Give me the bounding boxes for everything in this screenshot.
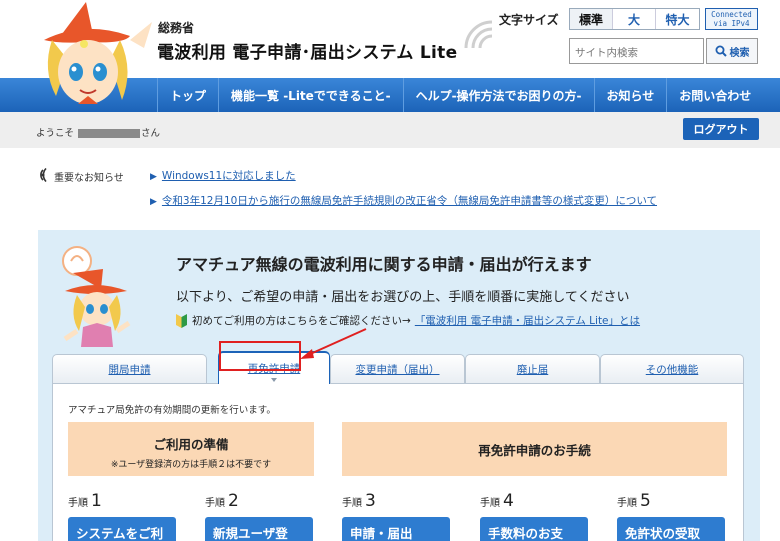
- step-2-label: 手順 2: [205, 491, 239, 511]
- welcome-suffix: さん: [141, 128, 161, 139]
- notice-text: Windows11に対応しました: [161, 170, 296, 182]
- tab-new-station[interactable]: 開局申請: [52, 354, 207, 383]
- notice-text: 令和3年12月10日から施行の無線局免許手続規則の改正省令（無線局免許申請書等の…: [161, 195, 658, 207]
- step-3-label: 手順 3: [342, 491, 376, 511]
- search-icon: [715, 45, 727, 57]
- step-1-button[interactable]: システムをご利: [68, 517, 176, 541]
- font-size-standard-button[interactable]: 標準: [570, 9, 613, 29]
- mascot-witch-logo: [44, 2, 152, 104]
- step-5-button[interactable]: 免許状の受取: [617, 517, 725, 541]
- ipv4-badge-line2: via IPv4: [713, 19, 750, 28]
- step-2-button[interactable]: 新規ユーザ登: [205, 517, 313, 541]
- step-3-button[interactable]: 申請・届出: [342, 517, 450, 541]
- site-search-input[interactable]: サイト内検索: [569, 38, 704, 64]
- step-5-label: 手順 5: [617, 491, 651, 511]
- procedure-section-header: 再免許申請のお手続: [342, 422, 727, 476]
- arrow-right-icon: ▶: [150, 197, 157, 207]
- annotation-highlight-box: [219, 341, 301, 371]
- tab-other-functions[interactable]: その他機能: [600, 354, 744, 383]
- about-system-link[interactable]: 「電波利用 電子申請・届出システム Lite」とは: [415, 313, 640, 328]
- relicense-description: アマチュア局免許の有効期間の更新を行います。: [68, 405, 276, 416]
- main-heading: アマチュア無線の電波利用に関する申請・届出が行えます: [176, 255, 592, 274]
- application-tabs: 開局申請 再免許申請 変更申請（届出） 廃止届 その他機能: [52, 351, 744, 384]
- first-time-guide: 初めてご利用の方はこちらをご確認ください→ 「電波利用 電子申請・届出システム …: [176, 313, 640, 328]
- main-subheading: 以下より、ご希望の申請・届出をお選びの上、手順を順番に実施してください: [176, 290, 630, 305]
- preparation-note: ※ユーザ登録済の方は手順２は不要です: [110, 460, 272, 470]
- logout-button[interactable]: ログアウト: [683, 118, 759, 140]
- font-size-selector: 標準 大 特大: [569, 8, 700, 30]
- font-size-large-button[interactable]: 大: [613, 9, 656, 29]
- tab-abolition[interactable]: 廃止届: [465, 354, 600, 383]
- nav-item-contact[interactable]: お問い合わせ: [666, 78, 763, 112]
- radio-wave-icon: [464, 20, 493, 49]
- caret-down-icon: [271, 378, 277, 382]
- announcement-wave-icon: [40, 168, 47, 182]
- arrow-right-icon: ▶: [150, 172, 157, 182]
- beginner-mark-icon: [176, 313, 187, 328]
- ipv4-connection-badge: Connected via IPv4: [705, 8, 758, 30]
- welcome-message: ようこそ さん: [36, 125, 160, 139]
- notice-link-windows11[interactable]: ▶ Windows11に対応しました: [150, 168, 296, 183]
- nav-item-top[interactable]: トップ: [157, 78, 218, 112]
- step-1-label: 手順 1: [68, 491, 102, 511]
- nav-item-help[interactable]: ヘルプ-操作方法でお困りの方-: [402, 78, 594, 112]
- important-notice-label: 重要なお知らせ: [54, 173, 124, 184]
- font-size-label: 文字サイズ: [499, 13, 559, 27]
- welcome-bar: ようこそ さん: [0, 112, 780, 148]
- search-button[interactable]: 検索: [706, 38, 758, 64]
- site-header: 総務省 電波利用 電子申請･届出システム Lite 文字サイズ 標準 大 特大 …: [0, 0, 780, 104]
- search-button-label: 検索: [729, 47, 750, 59]
- font-size-xlarge-button[interactable]: 特大: [656, 9, 699, 29]
- step-4-label: 手順 4: [480, 491, 514, 511]
- ipv4-badge-line1: Connected: [711, 10, 752, 19]
- redacted-username: [78, 129, 141, 138]
- nav-item-news[interactable]: お知らせ: [593, 78, 667, 112]
- ministry-label: 総務省: [158, 21, 195, 35]
- nav-item-features[interactable]: 機能一覧 -Liteでできること-: [218, 78, 403, 112]
- mascot-witch-illustration: [62, 246, 131, 347]
- annotation-arrow-icon: [300, 328, 367, 359]
- notice-link-regulation[interactable]: ▶ 令和3年12月10日から施行の無線局免許手続規則の改正省令（無線局免許申請書等…: [150, 193, 657, 208]
- preparation-section-header: ご利用の準備 ※ユーザ登録済の方は手順２は不要です: [68, 422, 314, 476]
- preparation-title: ご利用の準備: [153, 437, 229, 452]
- site-title[interactable]: 電波利用 電子申請･届出システム Lite: [157, 38, 457, 63]
- step-4-button[interactable]: 手数料のお支: [480, 517, 588, 541]
- welcome-prefix: ようこそ: [36, 128, 75, 139]
